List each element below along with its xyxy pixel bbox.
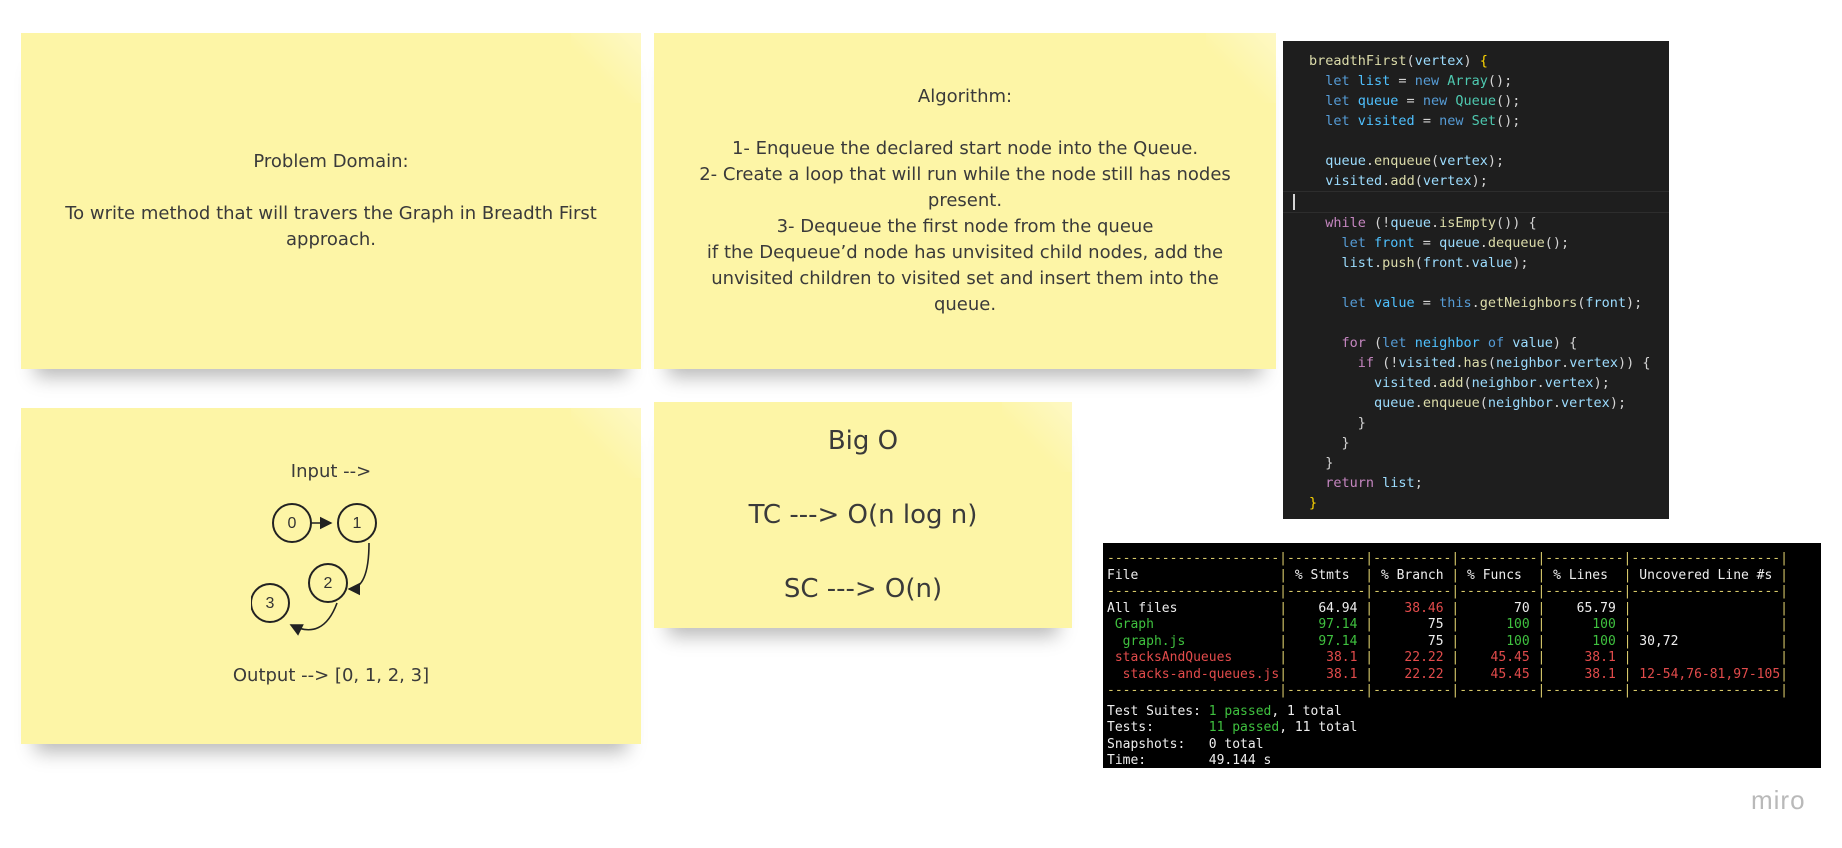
coverage-header-row: File | % Stmts | % Branch | % Funcs | % … <box>1107 567 1788 583</box>
svg-text:0: 0 <box>288 515 297 532</box>
coverage-row: stacksAndQueues | 38.1 | 22.22 | 45.45 |… <box>1107 650 1788 665</box>
coverage-separator: ----------------------|----------|------… <box>1107 551 1788 566</box>
test-summary-line: Test Suites: 1 passed, 1 total <box>1107 703 1342 719</box>
sticky-note-algorithm[interactable]: Algorithm: 1- Enqueue the declared start … <box>654 33 1276 369</box>
coverage-row: stacks-and-queues.js| 38.1 | 22.22 | 45.… <box>1107 666 1788 682</box>
code-line: let value = this.getNeighbors(front); <box>1341 295 1643 311</box>
edge-2-3 <box>289 602 338 636</box>
code-screenshot[interactable]: breadthFirst(vertex) { let list = new Ar… <box>1283 41 1669 519</box>
code-line <box>1283 191 1669 213</box>
algorithm-line: if the Dequeue’d node has unvisited chil… <box>706 242 1224 315</box>
algorithm-line <box>684 110 1246 136</box>
code-line: list.push(front.value); <box>1341 255 1529 271</box>
big-o-text: Big O TC ---> O(n log n) SC ---> O(n) <box>749 423 978 608</box>
edge-1-2 <box>347 542 370 596</box>
svg-text:2: 2 <box>324 575 333 592</box>
graph-diagram: 0 1 2 3 <box>251 503 377 636</box>
graph-node-1: 1 <box>337 503 377 543</box>
output-label: Output --> [0, 1, 2, 3] <box>232 665 430 686</box>
input-label: Input --> <box>290 461 372 482</box>
coverage-row: Graph | 97.14 | 75 | 100 | 100 | | <box>1107 617 1788 632</box>
code-line: if (!visited.has(neighbor.vertex)) { <box>1357 355 1651 371</box>
code-line: return list; <box>1325 475 1423 491</box>
code-line: } <box>1309 495 1318 511</box>
code-line: breadthFirst(vertex) { <box>1309 53 1488 69</box>
graph-node-3: 3 <box>251 583 290 623</box>
sticky-note-input-output[interactable]: Input --> 0 1 2 3 Output --> [0, 1, 2, 3… <box>21 408 641 744</box>
big-o-line <box>749 534 978 571</box>
algorithm-line: 2- Create a loop that will run while the… <box>699 164 1231 211</box>
svg-text:3: 3 <box>266 595 275 612</box>
coverage-row: All files | 64.94 | 38.46 | 70 | 65.79 |… <box>1107 600 1788 616</box>
algorithm-line: 1- Enqueue the declared start node into … <box>731 138 1199 159</box>
problem-domain-line: Problem Domain: <box>253 151 409 172</box>
code-line: let list = new Array(); <box>1325 73 1513 89</box>
problem-domain-line <box>61 175 601 201</box>
big-o-line: TC ---> O(n log n) <box>748 499 978 530</box>
graph-node-2: 2 <box>308 563 348 603</box>
code-line: while (!queue.isEmpty()) { <box>1325 215 1537 231</box>
coverage-table: ----------------------|----------|------… <box>1107 551 1821 770</box>
code-line: queue.enqueue(neighbor.vertex); <box>1374 395 1627 411</box>
coverage-report-screenshot[interactable]: ----------------------|----------|------… <box>1103 543 1821 768</box>
big-o-line: SC ---> O(n) <box>783 573 943 604</box>
test-summary-line: Snapshots: 0 total <box>1107 736 1264 752</box>
coverage-separator: ----------------------|----------|------… <box>1107 683 1788 698</box>
code-line: let visited = new Set(); <box>1325 113 1521 129</box>
svg-text:1: 1 <box>353 515 362 532</box>
code-block: breadthFirst(vertex) { let list = new Ar… <box>1283 51 1669 513</box>
code-line: } <box>1309 415 1366 431</box>
big-o-line <box>749 460 978 497</box>
algorithm-line: 3- Dequeue the first node from the queue <box>776 216 1154 237</box>
algorithm-text: Algorithm: 1- Enqueue the declared start … <box>684 84 1246 318</box>
code-line: visited.add(vertex); <box>1325 173 1488 189</box>
problem-domain-text: Problem Domain: To write method that will… <box>61 149 601 253</box>
problem-domain-line: To write method that will travers the Gr… <box>65 203 597 250</box>
code-line: for (let neighbor of value) { <box>1341 335 1578 351</box>
miro-logo: miro <box>1751 785 1806 815</box>
sticky-note-big-o[interactable]: Big O TC ---> O(n log n) SC ---> O(n) <box>654 402 1072 628</box>
coverage-row: graph.js | 97.14 | 75 | 100 | 100 | 30,7… <box>1107 633 1788 649</box>
code-line: } <box>1309 455 1334 471</box>
code-line: let front = queue.dequeue(); <box>1341 235 1570 251</box>
test-summary-line: Tests: 11 passed, 11 total <box>1107 720 1358 735</box>
graph-node-0: 0 <box>272 503 312 543</box>
big-o-line: Big O <box>827 425 899 456</box>
test-summary-line: Time: 49.144 s <box>1107 753 1272 768</box>
code-line: } <box>1309 435 1350 451</box>
code-line: let queue = new Queue(); <box>1325 93 1521 109</box>
code-line: queue.enqueue(vertex); <box>1325 153 1505 169</box>
sticky-note-problem-domain[interactable]: Problem Domain: To write method that will… <box>21 33 641 369</box>
algorithm-line: Algorithm: <box>917 86 1013 107</box>
code-line: visited.add(neighbor.vertex); <box>1374 375 1610 391</box>
coverage-separator: ----------------------|----------|------… <box>1107 584 1788 599</box>
